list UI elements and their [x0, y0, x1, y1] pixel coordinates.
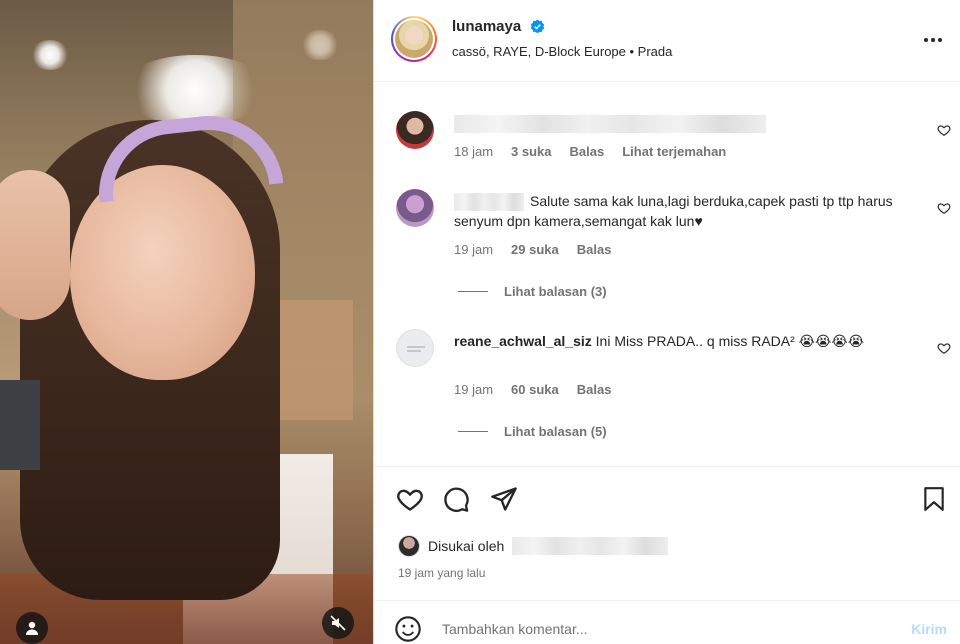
more-options-button[interactable]	[921, 28, 945, 52]
comment-text: Ini Miss PRADA.. q miss RADA² 😭😭😭😭	[595, 333, 865, 349]
heart-icon	[397, 489, 423, 511]
comment-username[interactable]: reane_achwal_al_siz	[454, 333, 592, 349]
comment-time: 18 jam	[454, 144, 494, 159]
commenter-avatar[interactable]	[396, 329, 434, 367]
comment-time: 19 jam	[454, 242, 494, 257]
comment-meta: 19 jam 29 suka Balas	[454, 242, 611, 257]
comment-time: 19 jam	[454, 382, 494, 397]
audio-track[interactable]: cassö, RAYE, D-Block Europe • Prada	[452, 44, 672, 59]
like-button[interactable]	[396, 485, 424, 513]
avatar-inner	[393, 18, 435, 60]
post-media[interactable]	[0, 0, 373, 644]
emoji-icon[interactable]	[394, 615, 422, 643]
view-replies-label: Lihat balasan (3)	[504, 284, 607, 299]
comment-likes[interactable]: 29 suka	[511, 242, 559, 257]
view-replies-label: Lihat balasan (5)	[504, 424, 607, 439]
post-side-panel: lunamaya cassö, RAYE, D-Block Europe • P…	[373, 0, 960, 644]
more-horizontal-icon	[924, 38, 942, 42]
comment-bubble-icon	[444, 487, 469, 512]
default-avatar-icon	[407, 346, 425, 352]
likes-label: Disukai oleh	[428, 538, 505, 554]
comment-content	[454, 113, 914, 134]
reply-button[interactable]: Balas	[577, 242, 612, 257]
view-replies-button[interactable]: Lihat balasan (3)	[458, 284, 607, 299]
comment-likes[interactable]: 60 suka	[511, 382, 559, 397]
view-replies-button[interactable]: Lihat balasan (5)	[458, 424, 607, 439]
blurred-username	[454, 193, 524, 212]
comment-content: reane_achwal_al_siz Ini Miss PRADA.. q m…	[454, 331, 914, 351]
comment-meta: 18 jam 3 suka Balas Lihat terjemahan	[454, 144, 726, 159]
post-actions-bar	[374, 466, 960, 530]
post-comment-button[interactable]: Kirim	[911, 621, 947, 637]
person-hand	[0, 170, 70, 320]
commenter-avatar[interactable]	[396, 111, 434, 149]
person-shirt	[0, 380, 40, 470]
mute-button[interactable]	[322, 607, 354, 639]
comment-meta: 19 jam 60 suka Balas	[454, 382, 611, 397]
add-comment-bar: Kirim	[374, 600, 960, 644]
replies-divider	[458, 291, 488, 292]
ceiling-light	[30, 40, 70, 70]
author-avatar[interactable]	[391, 16, 437, 62]
person-face	[70, 165, 255, 380]
post-timestamp[interactable]: 19 jam yang lalu	[398, 566, 485, 580]
verified-badge-icon	[530, 19, 545, 34]
comment-content: Salute sama kak luna,lagi berduka,capek …	[454, 191, 914, 231]
save-button[interactable]	[920, 485, 948, 513]
reply-button[interactable]: Balas	[570, 144, 605, 159]
user-icon	[26, 621, 38, 635]
send-paper-plane-icon	[491, 487, 517, 511]
author-username[interactable]: lunamaya	[452, 18, 521, 35]
see-translation-button[interactable]: Lihat terjemahan	[622, 144, 726, 159]
like-comment-heart-icon[interactable]	[937, 201, 951, 215]
speaker-muted-icon	[330, 615, 346, 631]
comment-input[interactable]	[442, 615, 882, 643]
share-button[interactable]	[490, 485, 518, 513]
post-header: lunamaya cassö, RAYE, D-Block Europe • P…	[374, 0, 960, 82]
liker-avatar[interactable]	[398, 535, 420, 557]
commenter-avatar[interactable]	[396, 189, 434, 227]
reply-button[interactable]: Balas	[577, 382, 612, 397]
avatar-image	[395, 20, 433, 58]
likes-summary: Disukai oleh	[398, 535, 669, 557]
comment-button[interactable]	[442, 485, 470, 513]
comment-likes[interactable]: 3 suka	[511, 144, 551, 159]
like-comment-heart-icon[interactable]	[937, 341, 951, 355]
like-comment-heart-icon[interactable]	[937, 123, 951, 137]
bookmark-icon	[924, 487, 944, 511]
comments-list[interactable]: 18 jam 3 suka Balas Lihat terjemahan Sal…	[374, 83, 960, 466]
blurred-comment-text	[454, 115, 766, 134]
replies-divider	[458, 431, 488, 432]
blurred-liker-name[interactable]	[512, 537, 669, 555]
tagged-user-button[interactable]	[16, 612, 48, 644]
